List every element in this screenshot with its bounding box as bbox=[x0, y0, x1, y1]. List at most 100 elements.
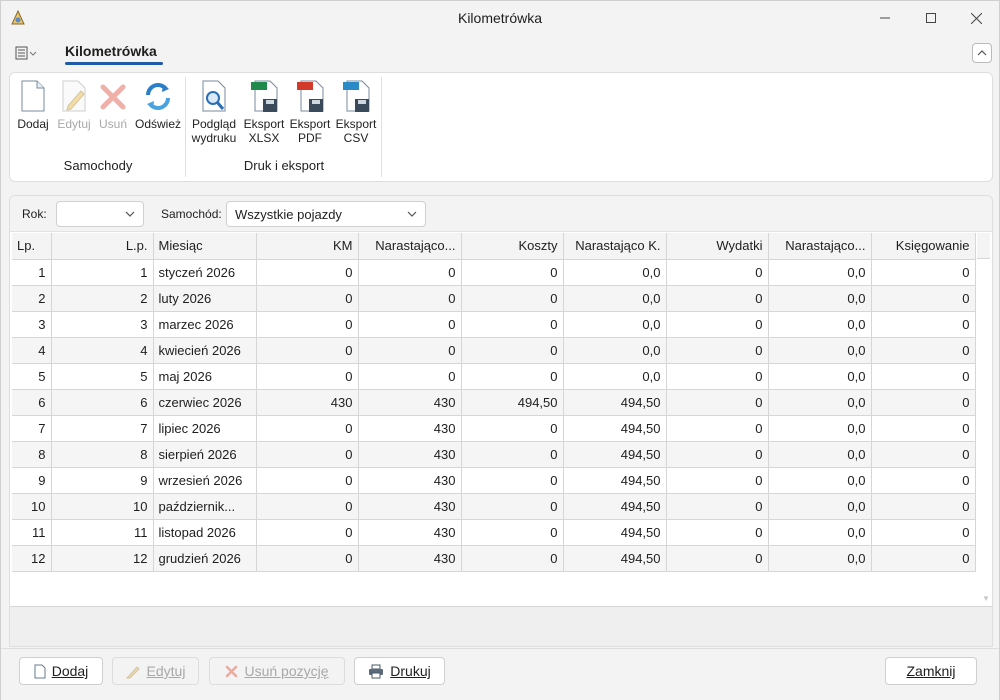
ribbon-edit-button[interactable]: Edytuj bbox=[54, 79, 94, 131]
table-row[interactable]: 3 3 marzec 2026 0 0 0 0,0 0 0,0 0 bbox=[12, 311, 976, 338]
column-header[interactable]: Lp. bbox=[12, 233, 52, 260]
column-header[interactable]: L.p. bbox=[51, 233, 154, 260]
print-button[interactable]: Drukuj bbox=[354, 657, 445, 685]
table-row[interactable]: 8 8 sierpień 2026 0 430 0 494,50 0 0,0 0 bbox=[12, 441, 976, 468]
table-cell: 0 bbox=[256, 441, 359, 468]
table-cell: 0,0 bbox=[768, 311, 872, 338]
table-row[interactable]: 4 4 kwiecień 2026 0 0 0 0,0 0 0,0 0 bbox=[12, 337, 976, 364]
column-header[interactable]: Narastająco... bbox=[768, 233, 872, 260]
column-header[interactable]: Miesiąc bbox=[153, 233, 257, 260]
table-cell: 0 bbox=[666, 363, 769, 390]
column-header[interactable]: Wydatki bbox=[666, 233, 769, 260]
table-cell: październik... bbox=[153, 493, 257, 520]
minimize-button[interactable] bbox=[862, 1, 908, 35]
column-header[interactable]: Narastająco... bbox=[358, 233, 462, 260]
column-header[interactable]: Księgowanie bbox=[871, 233, 976, 260]
table-cell: 0 bbox=[461, 259, 564, 286]
table-cell: 0 bbox=[256, 363, 359, 390]
quick-access-menu-icon[interactable] bbox=[14, 44, 38, 62]
table-row[interactable]: 7 7 lipiec 2026 0 430 0 494,50 0 0,0 0 bbox=[12, 415, 976, 442]
ribbon-button-label: Podgląd bbox=[191, 117, 237, 131]
table-row[interactable]: 1 1 styczeń 2026 0 0 0 0,0 0 0,0 0 bbox=[12, 259, 976, 286]
table-cell: 0 bbox=[461, 545, 564, 572]
table-row[interactable]: 10 10 październik... 0 430 0 494,50 0 0,0 0 bbox=[12, 493, 976, 520]
active-tab-indicator bbox=[65, 62, 163, 65]
pdf-icon bbox=[297, 80, 324, 112]
csv-icon bbox=[343, 80, 370, 112]
table-cell: 430 bbox=[358, 415, 462, 442]
table-row[interactable]: 9 9 wrzesień 2026 0 430 0 494,50 0 0,0 0 bbox=[12, 467, 976, 494]
ribbon-delete-button[interactable]: Usuń bbox=[95, 79, 131, 131]
close-window-button[interactable] bbox=[953, 1, 999, 35]
ribbon-export-csv-button[interactable]: Eksport CSV bbox=[334, 79, 378, 145]
table-cell: 0 bbox=[256, 415, 359, 442]
table-cell: 0,0 bbox=[768, 493, 872, 520]
table-cell: 1 bbox=[12, 259, 52, 286]
table-cell: listopad 2026 bbox=[153, 519, 257, 546]
table-cell: 0 bbox=[666, 285, 769, 312]
minimize-icon bbox=[880, 17, 890, 19]
table-cell: 0,0 bbox=[768, 415, 872, 442]
add-button[interactable]: Dodaj bbox=[19, 657, 103, 685]
collapse-ribbon-button[interactable] bbox=[972, 43, 992, 63]
ribbon-button-label: Eksport bbox=[289, 117, 331, 131]
table-cell: 0 bbox=[358, 337, 462, 364]
ribbon-button-label: PDF bbox=[298, 131, 322, 145]
table-cell: 0 bbox=[461, 415, 564, 442]
chevron-down-icon bbox=[125, 211, 135, 217]
table-cell: 0,0 bbox=[768, 545, 872, 572]
table-row[interactable]: 6 6 czerwiec 2026 430 430 494,50 494,50 0 0,0 0 bbox=[12, 389, 976, 416]
column-header[interactable]: KM bbox=[256, 233, 359, 260]
ribbon-export-xlsx-button[interactable]: Eksport XLSX bbox=[242, 79, 286, 145]
table-header-row: Lp. L.p. Miesiąc KM Narastająco... Koszty Nara… bbox=[12, 233, 976, 260]
table-cell: 0 bbox=[871, 545, 976, 572]
table-cell: 0 bbox=[358, 285, 462, 312]
maximize-button[interactable] bbox=[908, 1, 954, 35]
table-row[interactable]: 2 2 luty 2026 0 0 0 0,0 0 0,0 0 bbox=[12, 285, 976, 312]
table-cell: 0 bbox=[871, 259, 976, 286]
new-document-icon bbox=[34, 664, 46, 678]
table-cell: 0,0 bbox=[563, 337, 667, 364]
table-cell: 0,0 bbox=[563, 285, 667, 312]
kilometrowka-table: Lp. L.p. Miesiąc KM Narastająco... Koszty Nara… bbox=[12, 233, 976, 572]
edit-button[interactable]: Edytuj bbox=[112, 657, 199, 685]
ribbon-button-label: Dodaj bbox=[17, 117, 49, 131]
grid-summary-strip bbox=[10, 606, 992, 646]
ribbon-button-label: CSV bbox=[343, 131, 369, 145]
table-cell: 0 bbox=[871, 285, 976, 312]
tab-kilometrowka[interactable]: Kilometrówka bbox=[65, 43, 157, 59]
scroll-down-icon[interactable]: ▼ bbox=[982, 594, 990, 603]
table-cell: 6 bbox=[12, 389, 52, 416]
app-window: Kilometrówka Kilometrówka Dodaj Edytuj U… bbox=[0, 0, 1000, 700]
table-cell: 494,50 bbox=[563, 493, 667, 520]
table-row[interactable]: 12 12 grudzień 2026 0 430 0 494,50 0 0,0 0 bbox=[12, 545, 976, 572]
edit-icon bbox=[125, 665, 140, 678]
table-cell: 0 bbox=[461, 285, 564, 312]
table-cell: maj 2026 bbox=[153, 363, 257, 390]
delete-item-button[interactable]: Usuń pozycję bbox=[209, 657, 345, 685]
title-bar: Kilometrówka bbox=[1, 1, 999, 35]
table-cell: grudzień 2026 bbox=[153, 545, 257, 572]
ribbon-button-label: XLSX bbox=[248, 131, 280, 145]
table-cell: 430 bbox=[358, 493, 462, 520]
ribbon-add-button[interactable]: Dodaj bbox=[14, 79, 52, 131]
table-cell: 494,50 bbox=[563, 467, 667, 494]
table-cell: 430 bbox=[358, 545, 462, 572]
table-cell: 0 bbox=[256, 519, 359, 546]
table-row[interactable]: 11 11 listopad 2026 0 430 0 494,50 0 0,0 0 bbox=[12, 519, 976, 546]
table-cell: 0 bbox=[666, 545, 769, 572]
column-header[interactable]: Koszty bbox=[461, 233, 564, 260]
table-cell: 494,50 bbox=[461, 389, 564, 416]
table-cell: 0 bbox=[871, 311, 976, 338]
car-select[interactable]: Wszystkie pojazdy bbox=[226, 201, 426, 227]
close-button[interactable]: Zamknij bbox=[885, 657, 977, 685]
year-select[interactable] bbox=[56, 201, 144, 227]
table-cell: 494,50 bbox=[563, 389, 667, 416]
ribbon-export-pdf-button[interactable]: Eksport PDF bbox=[288, 79, 332, 145]
column-header[interactable]: Narastająco K. bbox=[563, 233, 667, 260]
table-cell: 0,0 bbox=[768, 363, 872, 390]
ribbon-refresh-button[interactable]: Odśwież bbox=[134, 79, 182, 131]
table-cell: 4 bbox=[12, 337, 52, 364]
table-row[interactable]: 5 5 maj 2026 0 0 0 0,0 0 0,0 0 bbox=[12, 363, 976, 390]
ribbon-print-preview-button[interactable]: Podgląd wydruku bbox=[188, 79, 240, 145]
